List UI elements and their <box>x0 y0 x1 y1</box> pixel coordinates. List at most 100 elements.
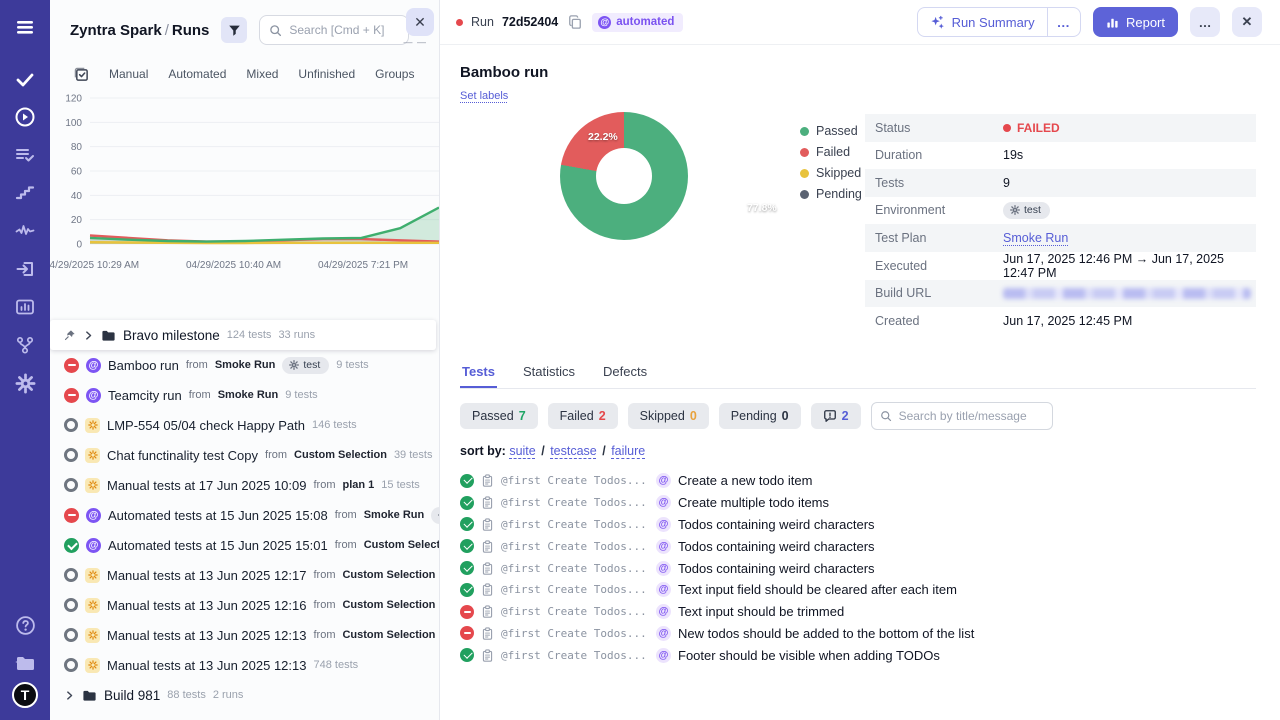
branch-icon[interactable] <box>0 326 50 364</box>
run-plan-name: Custom Selection <box>342 629 435 641</box>
test-row[interactable]: @first Create Todos...@New todos should … <box>460 623 1256 645</box>
filter-button[interactable] <box>221 17 247 43</box>
run-row[interactable]: @Automated tests at 15 Jun 2025 15:08fro… <box>50 500 439 530</box>
tab-unfinished[interactable]: Unfinished <box>298 67 355 81</box>
legend-item-passed[interactable]: Passed <box>800 124 862 138</box>
set-labels-link[interactable]: Set labels <box>460 90 508 102</box>
detail-row: Build URL <box>865 280 1256 308</box>
chevron-right-icon[interactable] <box>64 690 75 701</box>
run-summary-more-button[interactable]: … <box>1047 8 1080 36</box>
test-row[interactable]: @first Create Todos...@Create multiple t… <box>460 492 1256 514</box>
run-detail-tabs: Tests Statistics Defects <box>460 364 1256 389</box>
clipboard-icon <box>481 649 494 662</box>
filter-chip-passed[interactable]: Passed7 <box>460 403 538 429</box>
test-row[interactable]: @first Create Todos...@Todos containing … <box>460 557 1256 579</box>
run-row[interactable]: Manual tests at 13 Jun 2025 12:16fromCus… <box>50 590 439 620</box>
test-row[interactable]: @first Create Todos...@Todos containing … <box>460 535 1256 557</box>
help-icon[interactable] <box>0 606 50 644</box>
test-suite-path: @first Create Todos... <box>501 605 649 618</box>
runs-trend-chart: 120100806040200 04/29/2025 10:29 AM 04/2… <box>50 92 439 288</box>
sort-by-failure[interactable]: failure <box>611 444 645 458</box>
run-row[interactable]: Manual tests at 13 Jun 2025 12:13fromCus… <box>50 620 439 650</box>
test-row[interactable]: @first Create Todos...@Footer should be … <box>460 644 1256 666</box>
run-summary-button[interactable]: Run Summary <box>918 8 1047 36</box>
runs-play-icon[interactable] <box>0 98 50 136</box>
run-title: Bamboo run <box>460 64 1256 81</box>
runs-search-input[interactable] <box>289 23 399 37</box>
projects-folder-icon[interactable] <box>0 644 50 682</box>
report-button[interactable]: Report <box>1093 7 1178 37</box>
test-row[interactable]: @first Create Todos...@Create a new todo… <box>460 470 1256 492</box>
run-plan-name: Custom Selection <box>294 449 387 461</box>
test-row[interactable]: @first Create Todos...@Todos containing … <box>460 514 1256 536</box>
tests-search[interactable] <box>871 402 1053 430</box>
run-row[interactable]: LMP-554 05/04 check Happy Path146 tests <box>50 410 439 440</box>
chevron-right-icon[interactable] <box>83 330 94 341</box>
menu-icon[interactable] <box>0 8 50 46</box>
tab-automated[interactable]: Automated <box>168 67 226 81</box>
test-row[interactable]: @first Create Todos...@Text input field … <box>460 579 1256 601</box>
test-suite-path: @first Create Todos... <box>501 562 649 575</box>
manual-run-icon <box>85 568 100 583</box>
run-from-label: from <box>313 629 335 641</box>
filter-chip-skipped[interactable]: Skipped0 <box>628 403 709 429</box>
chip-label: Skipped <box>640 409 685 423</box>
copy-run-id-button[interactable] <box>566 13 584 31</box>
run-row[interactable]: Manual tests at 17 Jun 2025 10:09frompla… <box>50 470 439 500</box>
run-detail-topbar: Run 72d52404 @ automated Run Summary … R… <box>440 0 1280 45</box>
legend-item-pending[interactable]: Pending <box>800 187 862 201</box>
sort-by-testcase[interactable]: testcase <box>550 444 597 458</box>
run-row[interactable]: @Teamcity runfromSmoke Run9 tests <box>50 380 439 410</box>
close-run-button[interactable]: ✕ <box>1232 7 1262 37</box>
filter-chip-failed[interactable]: Failed2 <box>548 403 618 429</box>
neutral-status-icon <box>64 478 78 492</box>
build-url-redacted[interactable] <box>1003 288 1251 299</box>
run-row[interactable]: Manual tests at 13 Jun 2025 12:13748 tes… <box>50 650 439 680</box>
group-runs-count: 2 runs <box>213 689 244 701</box>
test-row[interactable]: @first Create Todos...@Text input should… <box>460 601 1256 623</box>
tests-check-icon[interactable] <box>0 60 50 98</box>
automated-badge[interactable]: @ automated <box>592 13 683 32</box>
reports-chart-icon[interactable] <box>0 288 50 326</box>
passed-status-icon <box>460 474 474 488</box>
run-row[interactable]: @Automated tests at 15 Jun 2025 15:01fro… <box>50 530 439 560</box>
settings-gear-icon[interactable] <box>0 364 50 402</box>
more-actions-button[interactable]: … <box>1190 7 1220 37</box>
filter-chip-comments[interactable]: 2 <box>811 403 861 429</box>
runs-group-row[interactable]: Bravo milestone124 tests33 runs <box>50 320 436 350</box>
sort-by-suite[interactable]: suite <box>509 444 535 458</box>
failed-status-icon <box>460 626 474 640</box>
run-status-dot <box>456 19 463 26</box>
legend-item-skipped[interactable]: Skipped <box>800 166 862 180</box>
activity-pulse-icon[interactable] <box>0 212 50 250</box>
select-runs-icon[interactable] <box>74 67 89 82</box>
runs-search[interactable] <box>259 15 409 45</box>
runs-group-row[interactable]: Build 98188 tests2 runs <box>50 680 439 710</box>
test-plan-link[interactable]: Smoke Run <box>1003 231 1068 245</box>
tab-groups[interactable]: Groups <box>375 67 414 81</box>
run-row[interactable]: @Bamboo runfromSmoke Runtest9 tests <box>50 350 439 380</box>
plans-list-icon[interactable] <box>0 136 50 174</box>
run-row[interactable]: Manual tests at 13 Jun 2025 12:17fromCus… <box>50 560 439 590</box>
runs-list: Bravo milestone124 tests33 runs@Bamboo r… <box>50 320 439 710</box>
legend-item-failed[interactable]: Failed <box>800 145 862 159</box>
automated-icon: @ <box>598 16 611 29</box>
app-logo[interactable]: T <box>12 682 38 708</box>
sort-by: sort by: suite / testcase / failure <box>460 444 1256 458</box>
tab-defects[interactable]: Defects <box>601 364 649 388</box>
tab-tests[interactable]: Tests <box>460 364 497 388</box>
run-name: Chat functinality test Copy <box>107 448 258 463</box>
test-suite-path: @first Create Todos... <box>501 627 649 640</box>
tab-manual[interactable]: Manual <box>109 67 148 81</box>
import-icon[interactable] <box>0 250 50 288</box>
run-row[interactable]: Chat functinality test CopyfromCustom Se… <box>50 440 439 470</box>
passed-status-icon <box>460 496 474 510</box>
filter-chip-pending[interactable]: Pending0 <box>719 403 801 429</box>
tab-statistics[interactable]: Statistics <box>521 364 577 388</box>
milestones-steps-icon[interactable] <box>0 174 50 212</box>
panel-resize-handle[interactable]: — — <box>403 37 427 47</box>
panel-close-button[interactable]: ✕ <box>406 8 434 36</box>
tests-search-input[interactable] <box>899 409 1044 423</box>
environment-badge: test <box>431 507 439 524</box>
tab-mixed[interactable]: Mixed <box>246 67 278 81</box>
